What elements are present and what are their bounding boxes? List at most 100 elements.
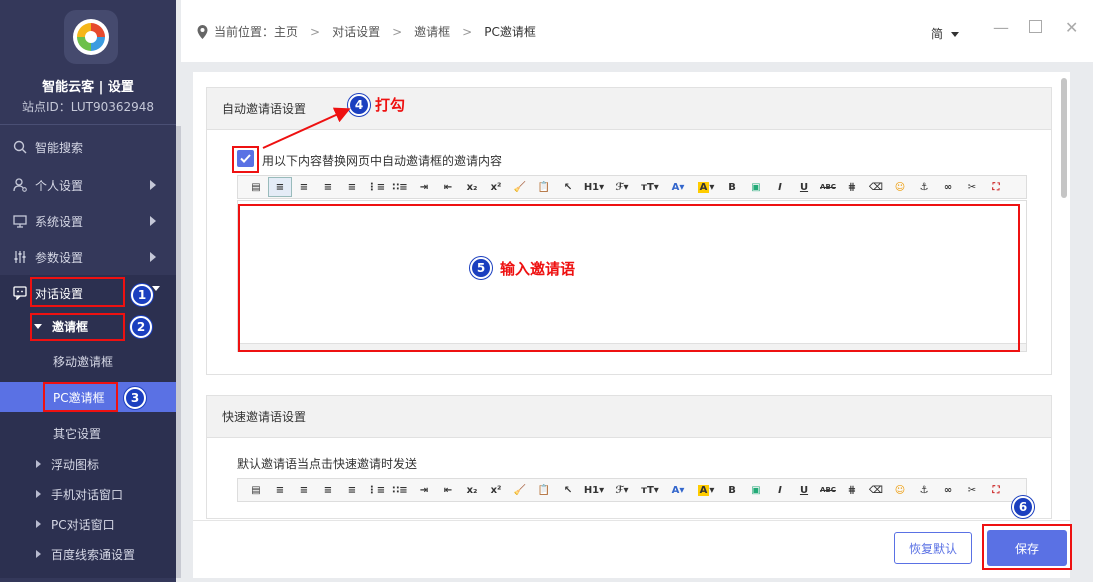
location-pin-icon xyxy=(197,24,208,39)
align-left-icon[interactable]: ≡ xyxy=(268,177,292,197)
image-icon[interactable]: ▣ xyxy=(744,480,768,500)
breadcrumb-separator: > xyxy=(462,24,473,39)
align-justify-icon[interactable]: ≡ xyxy=(340,177,364,197)
align-left-icon[interactable]: ≡ xyxy=(268,480,292,500)
eraser-icon[interactable]: ⌫ xyxy=(864,480,888,500)
bold-icon[interactable]: B xyxy=(720,177,744,197)
link-icon[interactable]: ∞ xyxy=(936,480,960,500)
paste-icon[interactable]: 📋 xyxy=(532,480,556,500)
replace-content-checkbox[interactable] xyxy=(237,150,254,167)
step-badge-3: 3 xyxy=(124,387,146,409)
align-center-icon[interactable]: ≡ xyxy=(292,177,316,197)
font-family-icon[interactable]: ℱ▾ xyxy=(608,177,636,197)
italic-icon[interactable]: I xyxy=(768,480,792,500)
source-icon[interactable]: ▤ xyxy=(244,480,268,500)
language-select[interactable]: 简 xyxy=(931,25,959,42)
paste-icon[interactable]: 📋 xyxy=(532,177,556,197)
sidebar-item-other-settings[interactable]: 其它设置 xyxy=(0,418,176,448)
fullscreen-icon[interactable]: ⛶ xyxy=(984,480,1008,500)
strikethrough-icon[interactable]: ABC xyxy=(816,480,840,500)
outdent-icon[interactable]: ⇤ xyxy=(436,177,460,197)
emoji-icon[interactable]: ☺ xyxy=(888,480,912,500)
font-color-icon[interactable]: A▾ xyxy=(664,480,692,500)
sidebar-item-phone-chat[interactable]: 手机对话窗口 xyxy=(0,479,176,509)
content-scrollbar[interactable] xyxy=(1061,78,1067,198)
monitor-icon xyxy=(12,213,28,229)
ordered-list-icon[interactable]: ⋮≡ xyxy=(364,177,388,197)
select-all-icon[interactable]: ↖ xyxy=(556,480,580,500)
sidebar-item-system[interactable]: 系统设置 xyxy=(0,206,176,236)
minimize-icon[interactable]: — xyxy=(993,18,1009,37)
editor-statusbar xyxy=(238,343,1026,351)
font-color-icon[interactable]: A▾ xyxy=(664,177,692,197)
auto-invite-editor[interactable] xyxy=(237,200,1027,352)
emoji-icon[interactable]: ☺ xyxy=(888,177,912,197)
reset-default-button[interactable]: 恢复默认 xyxy=(894,532,972,564)
sidebar-item-pc-chat[interactable]: PC对话窗口 xyxy=(0,509,176,539)
align-right-icon[interactable]: ≡ xyxy=(316,480,340,500)
align-justify-icon[interactable]: ≡ xyxy=(340,480,364,500)
subscript-icon[interactable]: x₂ xyxy=(460,177,484,197)
breadcrumb-chat-settings[interactable]: 对话设置 xyxy=(332,23,380,40)
strikethrough-icon[interactable]: ABC xyxy=(816,177,840,197)
table-icon[interactable]: ⋕ xyxy=(840,480,864,500)
annotation-input-text: 输入邀请语 xyxy=(500,260,576,278)
breadcrumb-home[interactable]: 当前位置：主页 xyxy=(214,23,298,40)
chevron-down-icon xyxy=(152,286,160,291)
font-family-icon[interactable]: ℱ▾ xyxy=(608,480,636,500)
heading-icon[interactable]: H1▾ xyxy=(580,177,608,197)
align-center-icon[interactable]: ≡ xyxy=(292,480,316,500)
superscript-icon[interactable]: x² xyxy=(484,177,508,197)
anchor-icon[interactable]: ⚓ xyxy=(912,177,936,197)
panel-title: 快速邀请语设置 xyxy=(207,396,1051,438)
sidebar-scrollbar[interactable] xyxy=(176,126,181,578)
italic-icon[interactable]: I xyxy=(768,177,792,197)
font-size-icon[interactable]: тT▾ xyxy=(636,177,664,197)
clear-format-icon[interactable]: 🧹 xyxy=(508,177,532,197)
close-icon[interactable]: ✕ xyxy=(1065,18,1078,37)
brand-title: 智能云客 | 设置 xyxy=(42,80,134,95)
underline-icon[interactable]: U xyxy=(792,480,816,500)
chevron-right-icon xyxy=(150,252,156,262)
sidebar-item-mobile-invite[interactable]: 移动邀请框 xyxy=(0,346,176,376)
anchor-icon[interactable]: ⚓ xyxy=(912,480,936,500)
sidebar-item-search[interactable]: 智能搜索 xyxy=(0,132,176,162)
select-all-icon[interactable]: ↖ xyxy=(556,177,580,197)
maximize-icon[interactable] xyxy=(1029,20,1042,33)
underline-icon[interactable]: U xyxy=(792,177,816,197)
sidebar-item-label: 个人设置 xyxy=(35,178,84,193)
save-button[interactable]: 保存 xyxy=(987,530,1067,566)
outdent-icon[interactable]: ⇤ xyxy=(436,480,460,500)
heading-icon[interactable]: H1▾ xyxy=(580,480,608,500)
eraser-icon[interactable]: ⌫ xyxy=(864,177,888,197)
subscript-icon[interactable]: x₂ xyxy=(460,480,484,500)
source-icon[interactable]: ▤ xyxy=(244,177,268,197)
clear-format-icon[interactable]: 🧹 xyxy=(508,480,532,500)
sidebar-item-personal[interactable]: 个人设置 xyxy=(0,170,176,200)
sidebar-item-baidu[interactable]: 百度线索通设置 xyxy=(0,539,176,569)
unordered-list-icon[interactable]: ∷≡ xyxy=(388,480,412,500)
user-gear-icon xyxy=(12,177,28,193)
sidebar-item-pc-invite[interactable]: PC邀请框 xyxy=(0,382,176,412)
highlight-icon[interactable]: A ▾ xyxy=(692,177,720,197)
indent-icon[interactable]: ⇥ xyxy=(412,177,436,197)
fullscreen-icon[interactable]: ⛶ xyxy=(984,177,1008,197)
ordered-list-icon[interactable]: ⋮≡ xyxy=(364,480,388,500)
highlight-icon[interactable]: A ▾ xyxy=(692,480,720,500)
breadcrumb-invite[interactable]: 邀请框 xyxy=(414,23,450,40)
image-icon[interactable]: ▣ xyxy=(744,177,768,197)
indent-icon[interactable]: ⇥ xyxy=(412,480,436,500)
sidebar-item-label: 智能搜索 xyxy=(35,140,84,155)
table-icon[interactable]: ⋕ xyxy=(840,177,864,197)
unordered-list-icon[interactable]: ∷≡ xyxy=(388,177,412,197)
font-size-icon[interactable]: тT▾ xyxy=(636,480,664,500)
unlink-icon[interactable]: ✂ xyxy=(960,177,984,197)
sidebar-item-float-icon[interactable]: 浮动图标 xyxy=(0,449,176,479)
link-icon[interactable]: ∞ xyxy=(936,177,960,197)
search-icon xyxy=(12,139,28,155)
sidebar-item-params[interactable]: 参数设置 xyxy=(0,242,176,272)
align-right-icon[interactable]: ≡ xyxy=(316,177,340,197)
unlink-icon[interactable]: ✂ xyxy=(960,480,984,500)
superscript-icon[interactable]: x² xyxy=(484,480,508,500)
bold-icon[interactable]: B xyxy=(720,480,744,500)
